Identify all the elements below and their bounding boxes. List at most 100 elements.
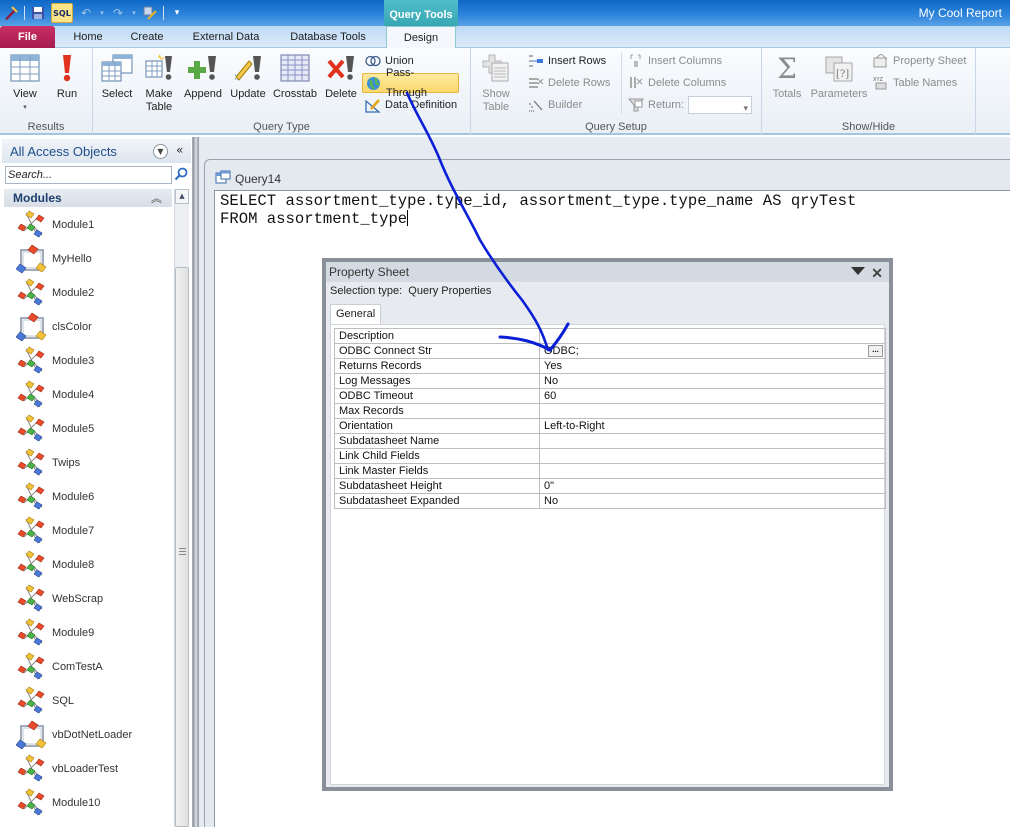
nav-item-label: WebScrap	[52, 593, 104, 605]
nav-item-myhello[interactable]: MyHello	[4, 242, 172, 276]
undo-dropdown-icon[interactable]: ▾	[99, 4, 105, 22]
return-dropdown[interactable]	[688, 96, 753, 118]
property-value[interactable]	[539, 433, 886, 449]
tab-create[interactable]: Create	[124, 26, 170, 48]
redo-icon[interactable]: ↷	[109, 4, 127, 22]
data-definition-query-button[interactable]: Data Definition	[362, 95, 460, 115]
close-icon[interactable]: ✕	[871, 263, 883, 283]
property-row: Subdatasheet Height 0"	[334, 478, 886, 494]
nav-item-label: Module9	[52, 627, 95, 639]
svg-text:[?]: [?]	[836, 69, 849, 80]
nav-item-twips[interactable]: Twips	[4, 446, 172, 480]
panel-menu-icon[interactable]	[851, 267, 865, 275]
tab-home[interactable]: Home	[68, 26, 108, 48]
property-value[interactable]: Left-to-Right	[539, 418, 886, 434]
chevron-up-double-icon[interactable]: ︽	[151, 190, 162, 206]
property-value[interactable]	[539, 448, 886, 464]
nav-item-sql[interactable]: SQL	[4, 684, 172, 718]
title-bar: SQL ↶ ▾ ↷ ▾ ▾ My Cool Report	[0, 0, 1010, 26]
builder-button[interactable]: Builder	[525, 95, 585, 115]
property-name: Subdatasheet Name	[334, 433, 540, 449]
property-sheet-title[interactable]: Property Sheet ✕	[326, 262, 889, 282]
run-button[interactable]: Run	[50, 52, 84, 101]
nav-item-clscolor[interactable]: clsColor	[4, 310, 172, 344]
builder-ellipsis-button[interactable]: ...	[868, 345, 883, 357]
class-module-icon	[15, 243, 48, 275]
toolbar-separator	[24, 6, 25, 20]
tab-database-tools[interactable]: Database Tools	[282, 26, 374, 48]
nav-item-module6[interactable]: Module6	[4, 480, 172, 514]
select-query-button[interactable]: Select	[98, 52, 136, 101]
property-value[interactable]: Yes	[539, 358, 886, 374]
crosstab-query-button[interactable]: Crosstab	[271, 52, 319, 101]
access-icon[interactable]	[2, 4, 20, 22]
property-value[interactable]: No	[539, 493, 886, 509]
tab-general[interactable]: General	[330, 304, 382, 324]
nav-item-module2[interactable]: Module2	[4, 276, 172, 310]
property-value[interactable]: ODBC;...	[539, 343, 886, 359]
scroll-up-icon[interactable]: ▲	[175, 189, 189, 204]
delete-columns-button[interactable]: Delete Columns	[625, 73, 729, 93]
navigation-pane-header[interactable]: All Access Objects ▼ «	[2, 139, 191, 163]
update-query-button[interactable]: Update	[227, 52, 269, 101]
nav-item-module9[interactable]: Module9	[4, 616, 172, 650]
nav-item-module1[interactable]: Module1	[4, 208, 172, 242]
nav-scrollbar[interactable]: ▲	[174, 189, 189, 827]
show-table-button[interactable]: Show Table	[477, 52, 515, 114]
undo-icon[interactable]: ↶	[77, 4, 95, 22]
tab-external-data[interactable]: External Data	[186, 26, 266, 48]
group-divider	[621, 52, 622, 114]
sql-view-button[interactable]: SQL	[51, 3, 73, 23]
property-value[interactable]	[539, 328, 886, 344]
redo-dropdown-icon[interactable]: ▾	[131, 4, 137, 22]
document-tab-query14[interactable]: Query14	[215, 170, 281, 187]
customize-toolbar-icon[interactable]: ▾	[168, 4, 186, 22]
property-value[interactable]: 0"	[539, 478, 886, 494]
property-sheet-button[interactable]: Property Sheet	[870, 51, 969, 71]
property-value[interactable]: No	[539, 373, 886, 389]
ribbon: View ▾ Run Results Select Make Table App…	[0, 48, 1010, 135]
property-value[interactable]: 60	[539, 388, 886, 404]
nav-section-modules[interactable]: Modules ︽	[4, 189, 172, 207]
nav-item-module10[interactable]: Module10	[4, 786, 172, 820]
tab-file[interactable]: File	[0, 26, 55, 48]
nav-item-webscrap[interactable]: WebScrap	[4, 582, 172, 616]
save-icon[interactable]	[29, 4, 47, 22]
delete-rows-button[interactable]: Delete Rows	[525, 73, 613, 93]
append-query-button[interactable]: Append	[181, 52, 225, 101]
wizard-icon[interactable]	[141, 4, 159, 22]
nav-item-module7[interactable]: Module7	[4, 514, 172, 548]
nav-item-vbloadertest[interactable]: vbLoaderTest	[4, 752, 172, 786]
insert-rows-button[interactable]: Insert Rows	[525, 51, 609, 71]
property-name: Subdatasheet Height	[334, 478, 540, 494]
nav-item-module4[interactable]: Module4	[4, 378, 172, 412]
module-icon	[16, 277, 48, 309]
table-names-button[interactable]: XYZ Table Names	[870, 73, 960, 93]
nav-item-label: Module3	[52, 355, 95, 367]
tab-design[interactable]: Design	[386, 26, 456, 48]
delete-query-button[interactable]: Delete	[321, 52, 361, 101]
scrollbar-thumb[interactable]	[175, 267, 189, 827]
collapse-pane-icon[interactable]: «	[176, 143, 183, 157]
sigma-icon: Σ	[777, 51, 797, 85]
nav-item-vbdotnetloader[interactable]: vbDotNetLoader	[4, 718, 172, 752]
property-name: Link Master Fields	[334, 463, 540, 479]
nav-item-comtesta[interactable]: ComTestA	[4, 650, 172, 684]
nav-item-module3[interactable]: Module3	[4, 344, 172, 378]
pass-through-query-button[interactable]: Pass-Through	[362, 67, 459, 99]
parameters-button[interactable]: [?] Parameters	[808, 52, 870, 101]
nav-item-label: ComTestA	[52, 661, 103, 673]
chevron-down-icon[interactable]: ▼	[153, 144, 168, 159]
search-icon[interactable]	[174, 167, 188, 181]
nav-item-module5[interactable]: Module5	[4, 412, 172, 446]
make-table-button[interactable]: Make Table	[141, 52, 177, 114]
totals-button[interactable]: Σ Totals	[768, 52, 806, 101]
navigation-pane-title[interactable]: All Access Objects	[10, 144, 117, 159]
nav-item-module8[interactable]: Module8	[4, 548, 172, 582]
property-value[interactable]	[539, 463, 886, 479]
property-sheet-panel: Property Sheet ✕ Selection type: Query P…	[322, 258, 893, 791]
property-value[interactable]	[539, 403, 886, 419]
insert-columns-button[interactable]: Insert Columns	[625, 51, 725, 71]
search-input[interactable]: Search...	[5, 166, 172, 184]
view-button[interactable]: View ▾	[6, 52, 44, 114]
